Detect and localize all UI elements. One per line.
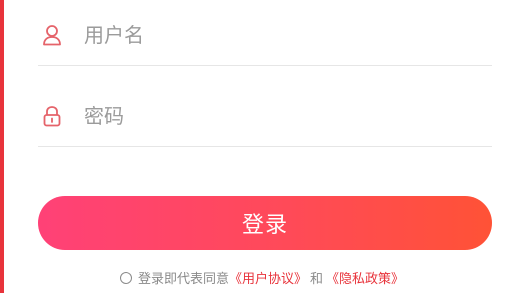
- lock-icon: [38, 105, 74, 127]
- password-field[interactable]: [38, 86, 492, 147]
- agreement-radio[interactable]: [119, 271, 132, 284]
- password-input[interactable]: [82, 103, 466, 129]
- login-page: 登录 登录即代表同意 《用户协议》 和 《隐私政策》: [0, 0, 524, 293]
- agreement-and: 和: [310, 272, 324, 287]
- username-field[interactable]: [38, 5, 492, 66]
- user-icon: [38, 24, 74, 46]
- login-button[interactable]: 登录: [38, 196, 492, 250]
- username-input[interactable]: [82, 22, 466, 48]
- agreement-prefix: 登录即代表同意: [137, 272, 229, 287]
- user-agreement-link[interactable]: 《用户协议》: [229, 268, 307, 287]
- privacy-policy-link[interactable]: 《隐私政策》: [326, 268, 404, 287]
- agreement-row: 登录即代表同意 《用户协议》 和 《隐私政策》: [0, 268, 524, 287]
- left-accent-bar: [0, 0, 4, 293]
